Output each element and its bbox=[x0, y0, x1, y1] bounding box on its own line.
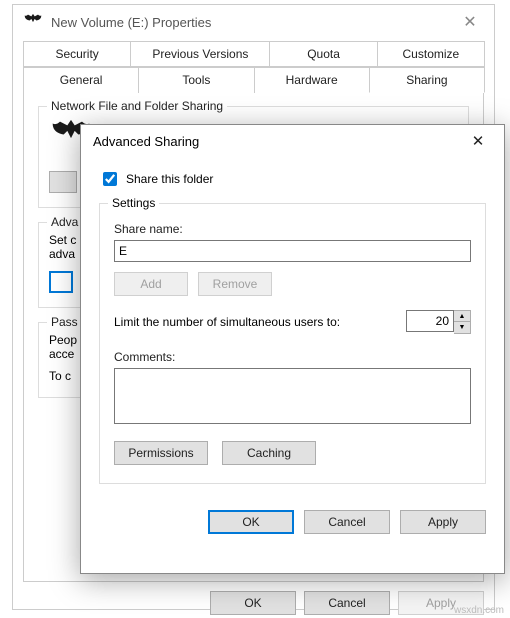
comments-input[interactable] bbox=[114, 368, 471, 424]
tab-general[interactable]: General bbox=[23, 67, 139, 93]
limit-users-input[interactable] bbox=[406, 310, 454, 332]
tabs-container: Security Previous Versions Quota Customi… bbox=[23, 41, 484, 93]
adv-dialog-title: Advanced Sharing bbox=[93, 134, 458, 149]
remove-button[interactable]: Remove bbox=[198, 272, 272, 296]
volume-icon bbox=[23, 12, 43, 32]
properties-titlebar: New Volume (E:) Properties ✕ bbox=[13, 5, 494, 39]
properties-title: New Volume (E:) Properties bbox=[51, 15, 450, 30]
adv-button-row: OK Cancel Apply bbox=[81, 496, 504, 548]
watermark: wsxdn.com bbox=[454, 605, 504, 616]
properties-close-button[interactable]: ✕ bbox=[450, 12, 490, 32]
spinner-up-button[interactable]: ▲ bbox=[454, 311, 470, 322]
tab-sharing[interactable]: Sharing bbox=[369, 67, 485, 93]
adv-cancel-button[interactable]: Cancel bbox=[304, 510, 390, 534]
properties-button-row: OK Cancel Apply bbox=[13, 583, 494, 615]
share-folder-row: Share this folder bbox=[99, 169, 486, 189]
share-name-input[interactable] bbox=[114, 240, 471, 262]
advanced-sharing-title: Adva bbox=[47, 215, 82, 229]
network-sharing-title: Network File and Folder Sharing bbox=[47, 99, 227, 113]
tab-hardware[interactable]: Hardware bbox=[254, 67, 370, 93]
tab-previous-versions[interactable]: Previous Versions bbox=[130, 41, 270, 67]
caching-button[interactable]: Caching bbox=[222, 441, 316, 465]
settings-group: Settings Share name: Add Remove Limit th… bbox=[99, 203, 486, 484]
share-folder-checkbox[interactable] bbox=[103, 172, 117, 186]
share-button-partial[interactable] bbox=[49, 171, 77, 193]
adv-close-button[interactable]: ✕ bbox=[458, 132, 498, 150]
share-folder-label: Share this folder bbox=[126, 172, 213, 186]
spinner-down-button[interactable]: ▼ bbox=[454, 322, 470, 333]
password-protection-title: Pass bbox=[47, 315, 82, 329]
comments-label: Comments: bbox=[114, 350, 471, 364]
tab-tools[interactable]: Tools bbox=[138, 67, 254, 93]
tab-security[interactable]: Security bbox=[23, 41, 131, 67]
share-name-label: Share name: bbox=[114, 222, 471, 236]
advanced-sharing-button-partial[interactable] bbox=[49, 271, 73, 293]
advanced-sharing-dialog: Advanced Sharing ✕ Share this folder Set… bbox=[80, 124, 505, 574]
settings-group-title: Settings bbox=[108, 196, 159, 210]
limit-users-spinner: ▲ ▼ bbox=[406, 310, 471, 334]
tab-customize[interactable]: Customize bbox=[377, 41, 485, 67]
adv-titlebar: Advanced Sharing ✕ bbox=[81, 125, 504, 157]
limit-users-label: Limit the number of simultaneous users t… bbox=[114, 315, 392, 329]
permissions-button[interactable]: Permissions bbox=[114, 441, 208, 465]
tab-quota[interactable]: Quota bbox=[269, 41, 377, 67]
properties-cancel-button[interactable]: Cancel bbox=[304, 591, 390, 615]
adv-body: Share this folder Settings Share name: A… bbox=[81, 157, 504, 496]
adv-ok-button[interactable]: OK bbox=[208, 510, 294, 534]
properties-ok-button[interactable]: OK bbox=[210, 591, 296, 615]
add-button[interactable]: Add bbox=[114, 272, 188, 296]
adv-apply-button[interactable]: Apply bbox=[400, 510, 486, 534]
